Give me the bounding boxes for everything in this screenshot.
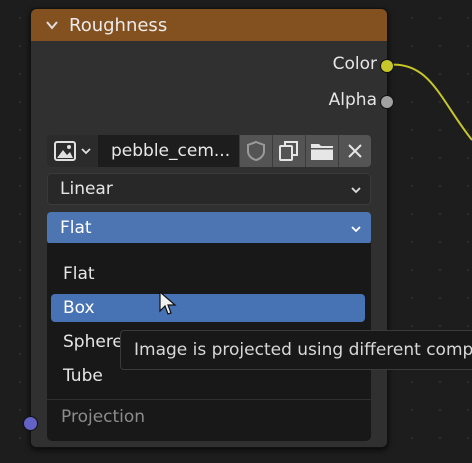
input-vector-socket[interactable] [23,416,38,431]
projection-value: Flat [60,218,92,238]
output-alpha-socket[interactable] [380,95,394,109]
tooltip: Image is projected using different comp [120,330,472,370]
image-name: pebble_cem... [111,141,231,161]
chevron-down-icon[interactable] [45,18,59,32]
duplicate-icon [279,141,298,161]
unlink-image-button[interactable] [338,135,371,167]
chevron-down-icon [351,226,361,233]
output-color-label: Color [332,54,377,74]
node-title: Roughness [69,14,168,36]
mouse-cursor-icon [159,291,177,315]
menu-title: Projection [61,407,146,427]
duplicate-image-button[interactable] [272,135,305,167]
folder-icon [311,144,333,160]
image-selector-row: pebble_cem... [47,135,371,167]
close-icon [348,144,362,158]
browse-image-button[interactable] [47,135,99,167]
chevron-down-icon [351,187,361,194]
image-texture-node[interactable]: Roughness Color Alpha pebble_cem... Line… [30,8,394,448]
node-header[interactable]: Roughness [31,9,387,41]
output-alpha-label: Alpha [328,90,377,110]
menu-item-label: Box [63,298,95,318]
output-color-socket[interactable] [380,59,394,73]
menu-item-label: Tube [63,366,103,386]
fake-user-button[interactable] [239,135,272,167]
output-color: Color [333,54,387,74]
interpolation-dropdown[interactable]: Linear [47,173,371,205]
open-image-button[interactable] [305,135,338,167]
output-alpha: Alpha [329,90,387,110]
menu-item-label: Flat [63,264,95,284]
projection-dropdown[interactable]: Flat [47,212,371,244]
menu-item-label: Sphere [63,332,123,352]
image-name-field[interactable]: pebble_cem... [99,135,239,167]
shield-icon [247,140,265,162]
image-icon [53,141,76,161]
menu-item-flat[interactable]: Flat [51,260,365,288]
chevron-down-icon [80,148,91,155]
menu-item-box[interactable]: Box [51,294,365,322]
tooltip-text: Image is projected using different comp [134,340,472,360]
menu-divider [47,399,371,400]
interpolation-value: Linear [60,179,113,199]
